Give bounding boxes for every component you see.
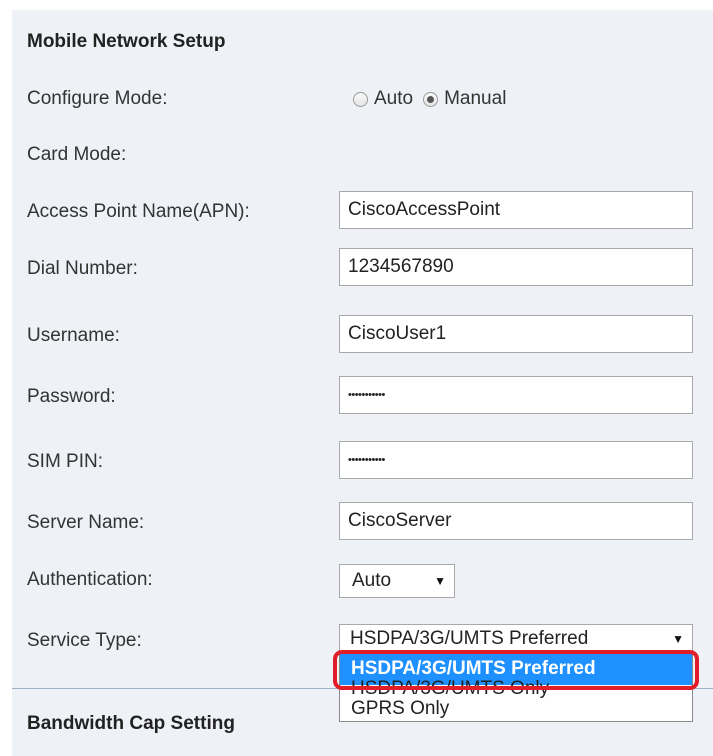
service-type-select-value: HSDPA/3G/UMTS Preferred (350, 628, 589, 649)
authentication-label: Authentication: (27, 569, 153, 590)
username-input[interactable] (339, 315, 693, 353)
chevron-down-icon: ▼ (672, 632, 684, 646)
auto-radio[interactable] (353, 91, 368, 107)
card-mode-label: Card Mode: (27, 144, 127, 165)
service-type-dropdown-list: HSDPA/3G/UMTS Preferred HSDPA/3G/UMTS On… (339, 652, 693, 722)
username-label: Username: (27, 325, 120, 346)
password-input[interactable] (339, 376, 693, 414)
authentication-select-value: Auto (352, 570, 392, 591)
configure-mode-radio-group: Auto Manual (353, 88, 516, 110)
service-type-select[interactable]: HSDPA/3G/UMTS Preferred ▼ (339, 624, 693, 654)
manual-radio-label[interactable]: Manual (444, 88, 506, 110)
dial-number-input[interactable] (339, 248, 693, 286)
apn-label: Access Point Name(APN): (27, 201, 250, 222)
dial-number-label: Dial Number: (27, 258, 138, 279)
server-name-input[interactable] (339, 502, 693, 540)
service-type-option-gprs[interactable]: GPRS Only (340, 696, 692, 722)
sim-pin-input[interactable] (339, 441, 693, 479)
auto-radio-label[interactable]: Auto (374, 88, 413, 110)
password-label: Password: (27, 386, 116, 407)
service-type-label: Service Type: (27, 630, 142, 651)
configure-mode-label: Configure Mode: (27, 88, 168, 109)
sim-pin-label: SIM PIN: (27, 451, 104, 472)
apn-input[interactable] (339, 191, 693, 229)
bandwidth-cap-title: Bandwidth Cap Setting (27, 713, 235, 734)
authentication-select[interactable]: Auto ▼ (339, 564, 455, 598)
manual-radio[interactable] (423, 91, 439, 107)
chevron-down-icon: ▼ (434, 574, 446, 588)
server-name-label: Server Name: (27, 512, 145, 533)
section-divider (12, 688, 339, 689)
section-divider (693, 688, 713, 689)
section-title: Mobile Network Setup (27, 31, 226, 52)
